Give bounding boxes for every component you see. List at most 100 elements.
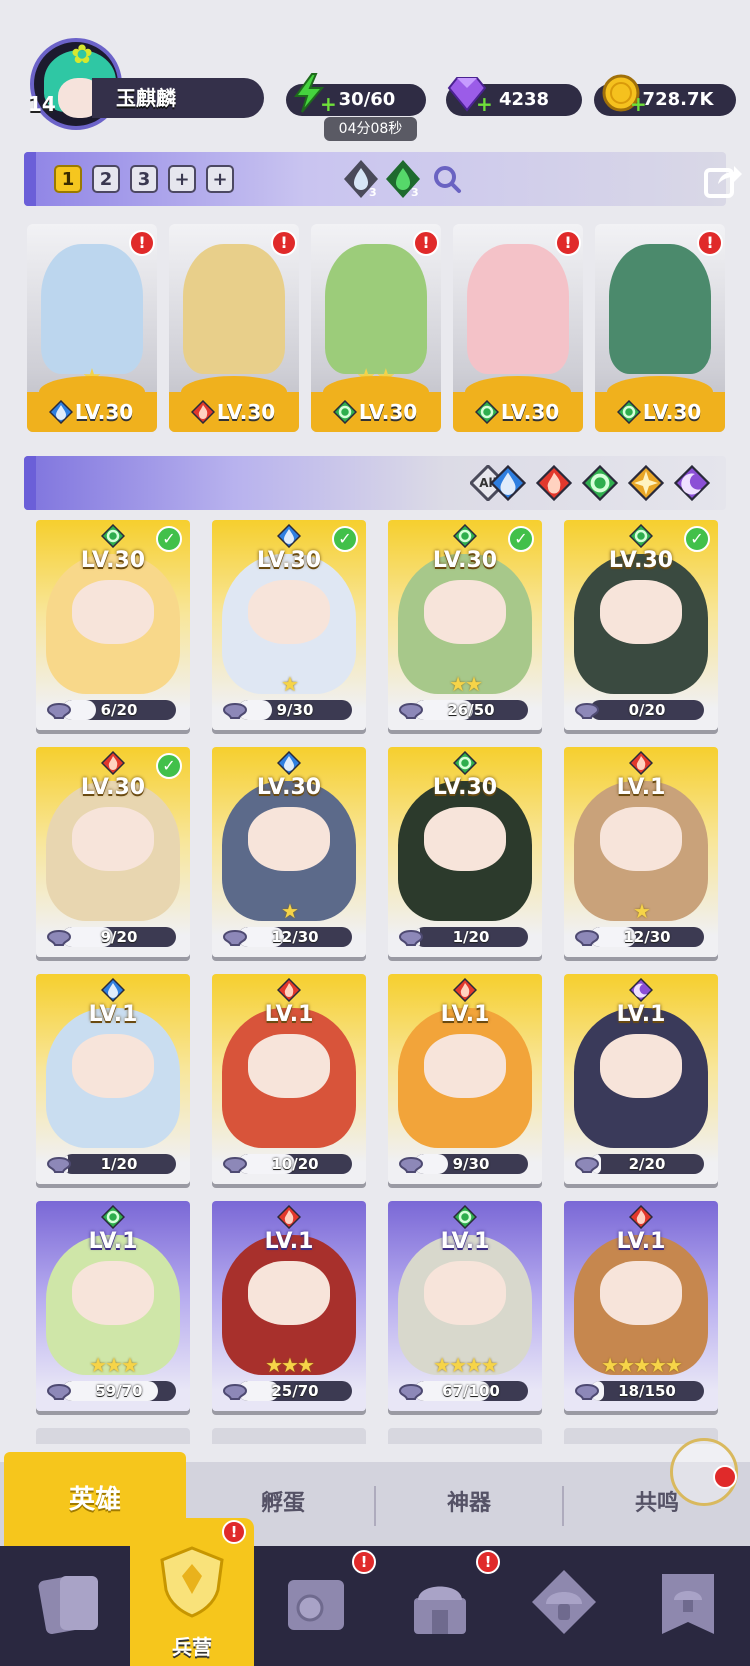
shard-progress-bar: 59/70 [62, 1381, 176, 1401]
hero-portrait [467, 244, 569, 374]
team-slot-3[interactable]: 3 [130, 165, 158, 193]
hero-card[interactable]: LV.30 1/20 [388, 747, 542, 957]
team-hero-card[interactable]: ★★ LV.30 ! [311, 224, 441, 432]
nav-cards[interactable] [8, 1546, 132, 1666]
star-rating: ★ [633, 899, 651, 923]
hero-shard-icon [222, 930, 248, 946]
hero-card[interactable]: LV.1 ★★★ 59/70 [36, 1201, 190, 1411]
hero-shard-icon [574, 703, 600, 719]
hero-level: LV.30 [256, 775, 322, 800]
hero-card[interactable]: LV.1 ★★★ 25/70 [212, 1201, 366, 1411]
hero-level: LV.30 [216, 400, 276, 424]
team-bar: 1 2 3 + + 3 3 [24, 152, 742, 206]
team-hero-card[interactable]: LV.30 ! [453, 224, 583, 432]
fire-element-icon [100, 750, 126, 776]
hero-level: LV.1 [264, 1229, 314, 1254]
team-slot-add-1[interactable]: + [168, 165, 196, 193]
hero-card[interactable]: ✓ LV.30 ★★ 26/50 [388, 520, 542, 730]
share-icon[interactable] [702, 160, 744, 200]
shard-progress-text: 59/70 [95, 1382, 143, 1400]
filter-light-icon[interactable] [627, 464, 665, 502]
hero-shard-icon [574, 1157, 600, 1173]
team-hero-card[interactable]: ★ LV.30 ! [27, 224, 157, 432]
search-icon[interactable] [428, 158, 466, 200]
hero-level: LV.30 [432, 548, 498, 573]
shard-progress-text: 12/30 [623, 928, 671, 946]
cards-icon [38, 1576, 98, 1634]
hero-level: LV.30 [432, 775, 498, 800]
shard-progress-bar: 1/20 [62, 1154, 176, 1174]
nav-shrine[interactable]: ! [378, 1546, 502, 1666]
alert-badge: ! [413, 230, 439, 256]
star-rating: ★ [281, 672, 299, 696]
hero-card[interactable]: LV.1 2/20 [564, 974, 718, 1184]
shard-progress-bar: 1/20 [414, 927, 528, 947]
hero-card-partial [388, 1428, 542, 1444]
team-slot-2[interactable]: 2 [92, 165, 120, 193]
add-energy-icon[interactable]: + [320, 94, 337, 114]
star-rating: ★★★ [89, 1353, 139, 1377]
shard-progress-text: 1/20 [452, 928, 490, 946]
hero-card[interactable]: ✓ LV.30 0/20 [564, 520, 718, 730]
hero-level: LV.1 [616, 775, 666, 800]
floating-event-button[interactable] [670, 1438, 738, 1506]
hero-card[interactable]: LV.1 10/20 [212, 974, 366, 1184]
hero-card[interactable]: ✓ LV.30 9/20 [36, 747, 190, 957]
nav-barracks[interactable]: 兵营 ! [130, 1518, 254, 1666]
hero-card[interactable]: ✓ LV.30 ★ 9/30 [212, 520, 366, 730]
team-slot-1[interactable]: 1 [54, 165, 82, 193]
filter-water-icon[interactable] [489, 464, 527, 502]
nav-mushroom[interactable] [502, 1546, 626, 1666]
hero-card-partial [36, 1428, 190, 1444]
nature-element-icon [452, 750, 478, 776]
star-rating: ★★ [449, 672, 483, 696]
hero-shard-icon [398, 1157, 424, 1173]
hero-card[interactable]: LV.1 ★★★★★ 18/150 [564, 1201, 718, 1411]
add-gems-icon[interactable]: + [476, 94, 493, 114]
alert-badge [713, 1465, 737, 1489]
hero-card[interactable]: LV.1 9/30 [388, 974, 542, 1184]
shard-progress-text: 12/30 [271, 928, 319, 946]
team-slot-add-2[interactable]: + [206, 165, 234, 193]
hero-card[interactable]: LV.1 ★ 12/30 [564, 747, 718, 957]
water-element-icon [100, 977, 126, 1003]
star-rating: ★ [281, 899, 299, 923]
filter-dark-icon[interactable] [673, 464, 711, 502]
water-drop-count: 3 [369, 186, 377, 199]
shard-progress-text: 9/30 [452, 1155, 490, 1173]
hero-face [72, 1261, 154, 1325]
tab-artifacts[interactable]: 神器 [376, 1462, 562, 1546]
team-hero-card[interactable]: LV.30 ! [595, 224, 725, 432]
hero-face [600, 807, 682, 871]
fire-element-icon [452, 977, 478, 1003]
shard-progress-bar: 9/20 [62, 927, 176, 947]
hero-card[interactable]: LV.1 ★★★★ 67/100 [388, 1201, 542, 1411]
team-hero-card[interactable]: LV.30 ! [169, 224, 299, 432]
add-gold-icon[interactable]: + [630, 94, 647, 114]
filter-fire-icon[interactable] [535, 464, 573, 502]
nav-book[interactable]: ! [254, 1546, 378, 1666]
player-name[interactable]: 玉麒麟 [92, 78, 264, 118]
star-rating: ★★★★ [433, 1353, 499, 1377]
hero-level: LV.30 [358, 400, 418, 424]
hero-level: LV.30 [608, 548, 674, 573]
guild-banner-icon [662, 1574, 714, 1634]
alert-badge: ! [222, 1520, 246, 1544]
hero-card[interactable]: LV.1 1/20 [36, 974, 190, 1184]
hero-level: LV.30 [80, 548, 146, 573]
nav-guild[interactable] [626, 1546, 750, 1666]
star-rating: ★★★ [265, 1353, 315, 1377]
shard-progress-text: 18/150 [618, 1382, 676, 1400]
hero-portrait [183, 244, 285, 374]
hero-card[interactable]: ✓ LV.30 6/20 [36, 520, 190, 730]
hero-level: LV.30 [500, 400, 560, 424]
hero-shard-icon [398, 703, 424, 719]
hero-face [248, 1261, 330, 1325]
hero-shard-icon [222, 703, 248, 719]
hero-card[interactable]: LV.30 ★ 12/30 [212, 747, 366, 957]
hero-shard-icon [398, 930, 424, 946]
filter-nature-icon[interactable] [581, 464, 619, 502]
hero-level: LV.1 [440, 1002, 490, 1027]
hero-face [248, 1034, 330, 1098]
hero-level: LV.30 [80, 775, 146, 800]
